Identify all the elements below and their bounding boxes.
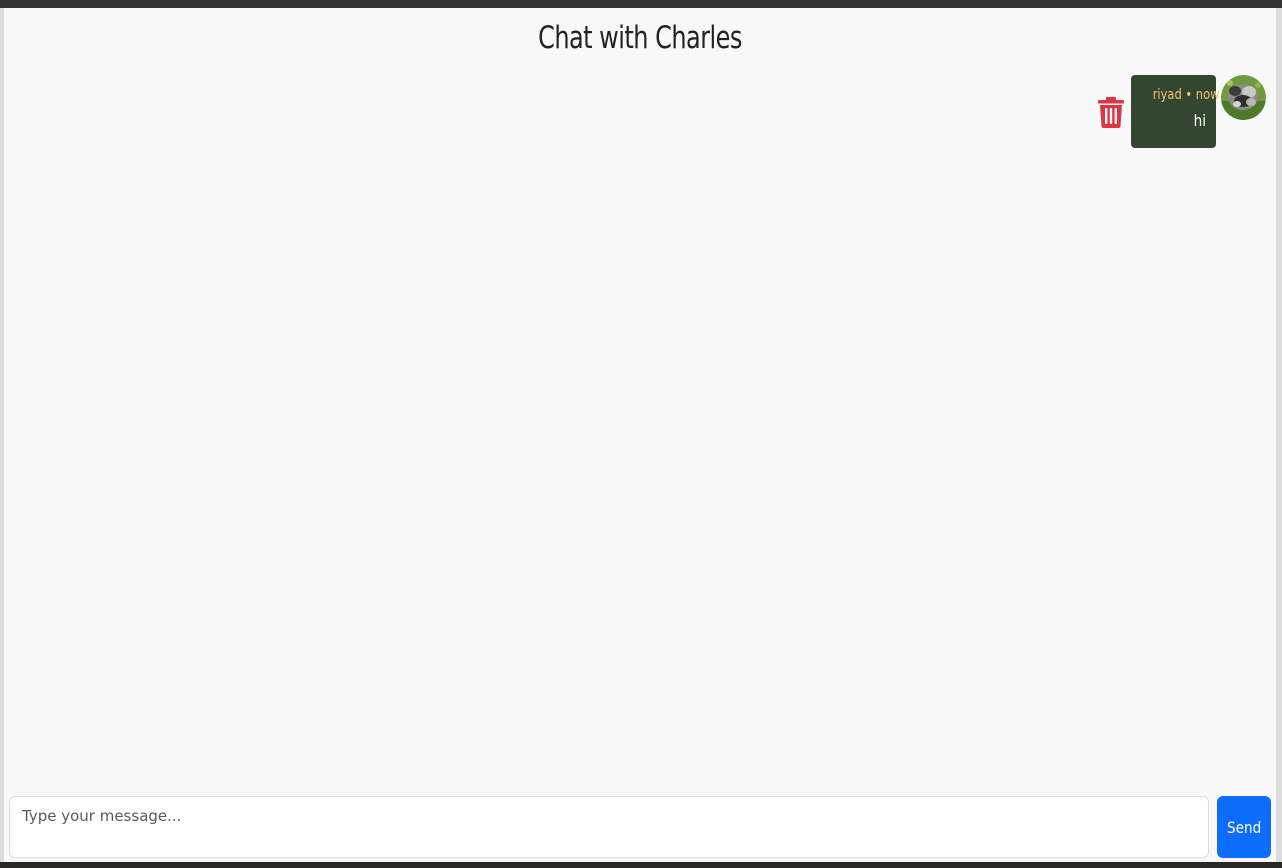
avatar[interactable]	[1221, 75, 1266, 120]
message-input[interactable]	[9, 796, 1209, 858]
send-button[interactable]: Send	[1217, 796, 1271, 858]
send-button-label: Send	[1226, 817, 1262, 837]
message-text: hi	[1193, 111, 1206, 130]
page-title: Chat with Charles	[538, 20, 742, 56]
message-composer: Send	[9, 796, 1271, 858]
window-bottom-bar	[0, 862, 1282, 868]
message-row: riyad • now hi	[1097, 75, 1266, 148]
chat-panel: Chat with Charles riyad • now hi Type yo…	[4, 8, 1276, 862]
message-meta: riyad • now	[1152, 87, 1220, 103]
user-avatar-photo	[1221, 75, 1266, 120]
delete-message-button[interactable]	[1097, 95, 1125, 129]
trash-icon	[1098, 96, 1124, 128]
window-top-bar	[0, 0, 1282, 8]
message-bubble: riyad • now hi	[1131, 75, 1220, 148]
